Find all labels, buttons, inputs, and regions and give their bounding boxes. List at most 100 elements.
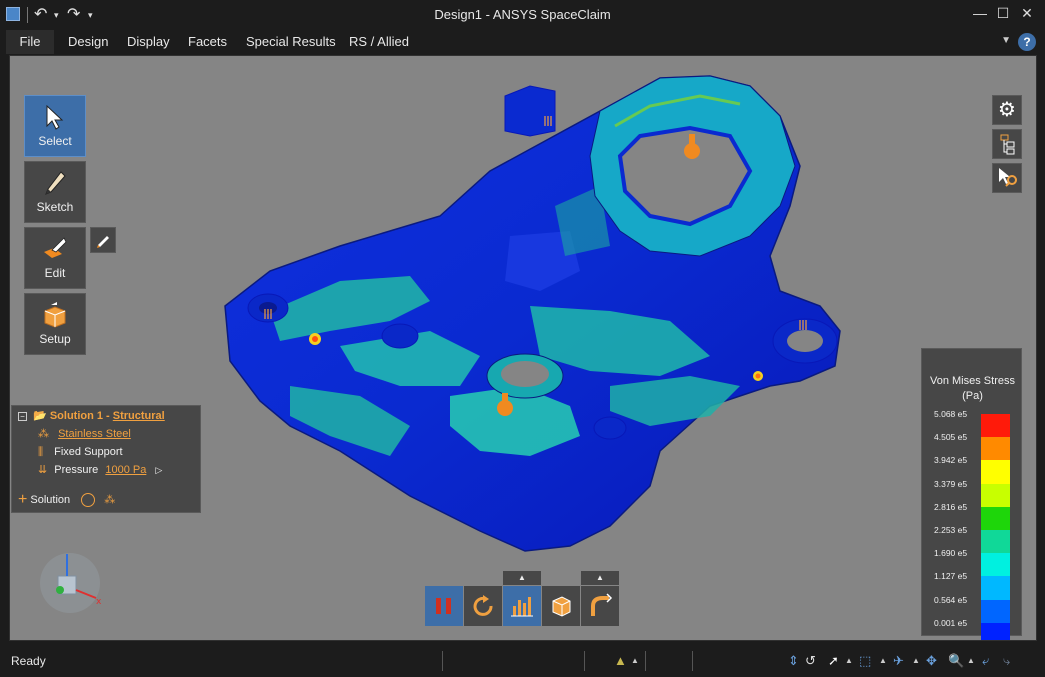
results-chart-button[interactable] [503,586,541,626]
legend-label: 0.564 e5 [934,594,968,605]
pointer-icon [25,96,85,134]
orientation-triad[interactable]: x [30,538,110,618]
box-select-icon[interactable]: ⬚ [859,653,871,669]
setup-box-icon [25,294,85,332]
solution-tree-panel: − 📂 Solution 1 - Structural ⁂ Stainless … [11,405,201,513]
menu-design[interactable]: Design [62,30,114,54]
legend-swatch [981,622,1010,640]
orbit-dropdown-icon[interactable]: ▲ [912,656,920,665]
pause-icon [436,598,451,614]
close-button[interactable]: ✕ [1017,5,1037,22]
menu-facets[interactable]: Facets [182,30,233,54]
add-icon[interactable]: + [18,491,27,508]
folder-icon: 📂 [33,410,47,422]
pause-button[interactable] [425,586,463,626]
orbit-icon[interactable]: ✈ [893,653,904,669]
structure-tree-button[interactable] [992,129,1022,159]
zoom-dropdown-icon[interactable]: ▲ [967,656,975,665]
sketch-tool-button[interactable]: Sketch [24,161,86,223]
refresh-icon [473,595,493,616]
stress-result-model[interactable] [10,56,1037,641]
pull-edit-icon [25,228,85,266]
previous-view-icon[interactable]: ⤶ [982,653,989,669]
material-add-icon[interactable]: ⁂ [104,494,115,506]
box-select-dropdown-icon[interactable]: ▲ [879,656,887,665]
legend-swatch [981,414,1010,438]
pointer-search-icon [999,168,1017,187]
pan-icon[interactable]: ✥ [926,653,937,669]
legend-title: Von Mises Stress (Pa) [930,375,1015,402]
reset-button[interactable] [464,586,502,626]
material-icon: ⁂ [38,428,49,440]
legend-label: 0.001 e5 [934,617,968,628]
pencil-icon [25,162,85,200]
minimize-button[interactable]: — [970,5,990,21]
select-tool-button[interactable]: Select [24,95,86,157]
3d-viewport[interactable]: Select Sketch Edit Setup ⚙ − 📂 Solution … [9,55,1037,641]
warning-dropdown-icon[interactable]: ▲ [631,656,639,665]
legend-swatch [981,460,1010,484]
legend-swatch [981,437,1010,461]
legend-label: 2.253 e5 [934,525,968,535]
warning-icon[interactable]: ▲ [614,653,627,668]
bar-chart-icon [511,597,533,617]
svg-text:x: x [96,597,102,607]
legend-label: 1.127 e5 [934,571,968,582]
legend-label: 3.379 e5 [934,478,968,489]
tree-item-pressure[interactable]: ⇊ Pressure 1000 Pa ▷ [38,462,162,478]
legend-label: 2.816 e5 [934,501,968,512]
select-mode-dropdown-icon[interactable]: ▲ [845,656,853,665]
display-body-button[interactable] [542,586,580,626]
probe-button[interactable] [581,586,619,626]
menu-file[interactable]: File [6,30,54,54]
rotate-select-icon[interactable]: ↺ [805,653,816,669]
legend-swatch [981,530,1010,554]
settings-button[interactable]: ⚙ [992,95,1022,125]
menu-rs-allied[interactable]: RS / Allied [343,30,415,54]
window-title: Design1 - ANSYS SpaceClaim [434,7,611,22]
tree-item-material[interactable]: ⁂ Stainless Steel [38,426,131,442]
probe-dropdown-arrow[interactable]: ▲ [581,571,619,585]
maximize-button[interactable]: ☐ [993,5,1013,22]
legend-swatch [981,576,1010,600]
title-bar: ↶ ▾ ↷ ▾ Design1 - ANSYS SpaceClaim — ☐ ✕ [0,0,1045,30]
gear-icon: ⚙ [998,99,1016,121]
next-view-icon[interactable]: ⤷ [1003,653,1010,669]
add-solution-button[interactable]: Solution [30,494,70,506]
legend-swatch [981,506,1010,530]
edit-options-button[interactable] [90,227,116,253]
legend-label: 4.505 e5 [934,432,968,443]
help-icon[interactable]: ? [1018,33,1036,51]
ribbon-toggle-icon[interactable]: ▼ [1001,35,1011,46]
zoom-icon[interactable]: 🔍 [948,653,964,669]
pressure-icon: ⇊ [38,464,48,476]
probe-curve-icon [591,593,613,616]
support-icon: ⫼ [38,446,44,458]
spin-icon[interactable]: ⇕ [788,653,799,669]
menu-bar: File Design Display Facets Special Resul… [0,30,1045,54]
legend-label: 1.690 e5 [934,548,968,559]
legend-label: 3.942 e5 [934,455,968,466]
edit-tool-button[interactable]: Edit [24,227,86,289]
status-bar: Ready ▲ ▲ ⇕ ↺ ➚ ▲ ⬚ ▲ ✈ ▲ ✥ 🔍 ▲ ⤶ ⤷ [0,646,1045,677]
collapse-icon[interactable]: − [18,411,27,421]
menu-special-results[interactable]: Special Results [240,30,342,54]
stress-legend: Von Mises Stress (Pa) 5.068 e5 4.505 e5 3.… [921,348,1022,640]
tree-item-fixed-support[interactable]: ⫼ Fixed Support [38,444,123,460]
selection-filter-button[interactable] [992,163,1022,193]
modal-analysis-icon[interactable] [81,493,96,508]
legend-swatch [981,599,1010,623]
results-dropdown-arrow[interactable]: ▲ [503,571,541,585]
legend-swatch [981,483,1010,507]
menu-display[interactable]: Display [121,30,176,54]
legend-label: 5.068 e5 [934,409,968,419]
setup-tool-button[interactable]: Setup [24,293,86,355]
tree-structure-icon [1000,134,1015,155]
cube-icon [552,596,571,617]
select-mode-icon[interactable]: ➚ [828,653,839,669]
legend-swatch [981,553,1010,577]
brush-icon [97,236,109,248]
expand-arrow-icon[interactable]: ▷ [155,465,162,475]
solution-title[interactable]: Solution 1 - Structural [50,410,165,422]
status-text: Ready [11,654,46,668]
